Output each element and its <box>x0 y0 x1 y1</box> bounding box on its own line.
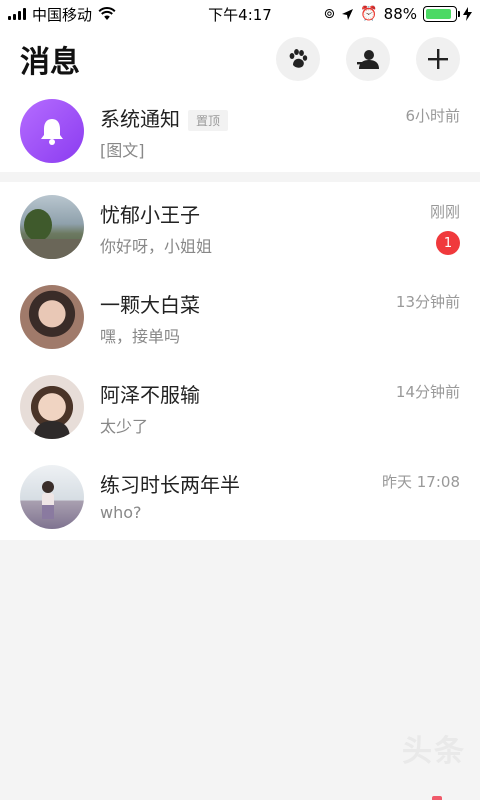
message-time: 刚刚 <box>429 203 460 221</box>
system-notification-name: 系统通知 <box>100 107 180 131</box>
conversation-body: 忧郁小王子 你好呀，小姐姐 刚刚 1 <box>100 195 460 259</box>
bell-icon <box>41 119 63 145</box>
message-time: 6小时前 <box>405 107 460 125</box>
pinned-section: 系统通知 置顶 [图文] 6小时前 <box>0 90 480 172</box>
message-preview: [图文] <box>100 141 145 160</box>
contacts-icon <box>357 50 379 69</box>
add-button[interactable] <box>416 37 460 81</box>
rotation-lock-icon: ⊚ <box>323 6 336 22</box>
system-notification-body: 系统通知 置顶 [图文] 6小时前 <box>100 99 460 163</box>
conversation-body: 阿泽不服输 太少了 14分钟前 <box>100 375 460 439</box>
message-time: 昨天 17:08 <box>382 473 460 491</box>
system-notification-avatar <box>20 99 84 163</box>
paw-icon <box>289 49 308 68</box>
conversation-name: 一颗大白菜 <box>100 293 200 317</box>
conversation-row[interactable]: 练习时长两年半 who? 昨天 17:08 <box>0 452 480 542</box>
avatar <box>20 285 84 349</box>
conversation-body: 一颗大白菜 嘿，接单吗 13分钟前 <box>100 285 460 349</box>
avatar <box>20 375 84 439</box>
message-time: 14分钟前 <box>395 383 460 401</box>
conversation-row[interactable]: 一颗大白菜 嘿，接单吗 13分钟前 <box>0 272 480 362</box>
battery-fill <box>426 9 451 19</box>
message-preview: who? <box>100 503 142 522</box>
conversation-body: 练习时长两年半 who? 昨天 17:08 <box>100 465 460 529</box>
wifi-icon <box>98 7 116 20</box>
signal-icon <box>8 8 26 20</box>
person-image <box>34 421 70 439</box>
bottom-indicator <box>432 796 442 800</box>
alarm-icon: ⏰ <box>360 6 378 22</box>
conversation-list: 忧郁小王子 你好呀，小姐姐 刚刚 1 一颗大白菜 嘿，接单吗 13分钟前 阿泽不… <box>0 182 480 540</box>
conversation-name: 忧郁小王子 <box>100 203 200 227</box>
conversation-row[interactable]: 阿泽不服输 太少了 14分钟前 <box>0 362 480 452</box>
carrier-name: 中国移动 <box>32 5 93 24</box>
message-preview: 嘿，接单吗 <box>100 327 181 346</box>
system-notification-row[interactable]: 系统通知 置顶 [图文] 6小时前 <box>0 90 480 172</box>
conversation-name: 阿泽不服输 <box>100 383 200 407</box>
person-image <box>42 481 54 519</box>
message-time: 13分钟前 <box>395 293 460 311</box>
header: 消息 <box>0 28 480 90</box>
location-icon <box>342 8 354 20</box>
conversation-row[interactable]: 忧郁小王子 你好呀，小姐姐 刚刚 1 <box>0 182 480 272</box>
avatar <box>20 195 84 259</box>
conversation-name: 系统通知 置顶 <box>100 103 229 132</box>
tree-image <box>20 209 84 259</box>
message-preview: 太少了 <box>100 417 149 436</box>
battery-percent: 88% <box>383 5 417 23</box>
status-left: 中国移动 <box>8 4 116 25</box>
add-icon <box>428 49 448 69</box>
status-bar: 中国移动 下午4:17 ⊚ ⏰ 88% <box>0 0 480 28</box>
unread-badge: 1 <box>436 231 460 255</box>
status-right: ⊚ ⏰ 88% <box>323 5 472 23</box>
avatar <box>20 465 84 529</box>
page-title: 消息 <box>20 45 80 80</box>
message-preview: 你好呀，小姐姐 <box>100 237 213 256</box>
watermark: 头条 <box>402 734 466 769</box>
charging-icon <box>463 7 472 21</box>
battery-icon <box>423 6 460 22</box>
conversation-name: 练习时长两年半 <box>100 473 240 497</box>
paw-button[interactable] <box>276 37 320 81</box>
pinned-tag: 置顶 <box>188 110 229 131</box>
contacts-button[interactable] <box>346 37 390 81</box>
